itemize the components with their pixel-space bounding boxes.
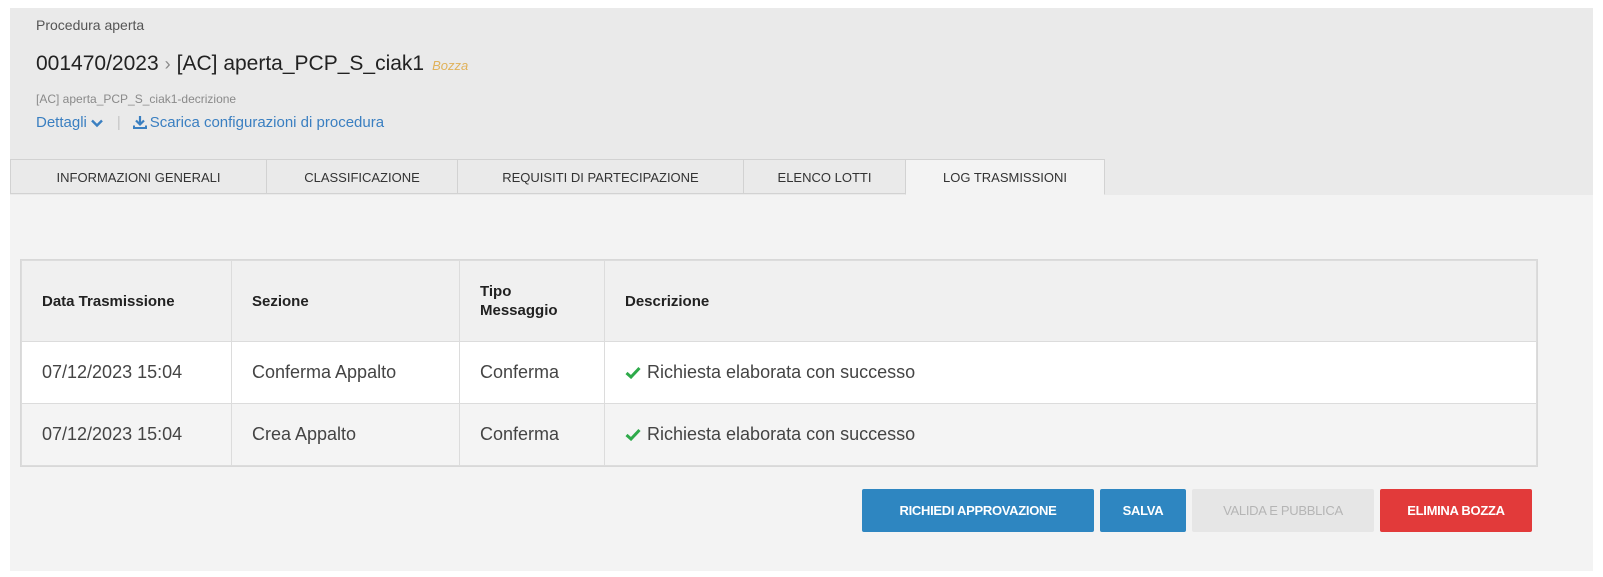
cell-type: Conferma xyxy=(459,341,605,404)
tab-requisiti-partecipazione[interactable]: REQUISITI DI PARTECIPAZIONE xyxy=(457,159,744,194)
cell-section: Conferma Appalto xyxy=(231,341,460,404)
page-title: 001470/2023 › [AC] aperta_PCP_S_ciak1 Bozza xyxy=(36,52,468,76)
tab-bar: INFORMAZIONI GENERALI CLASSIFICAZIONE RE… xyxy=(10,159,1105,195)
transmission-log-table: Data Trasmissione Sezione Tipo Messaggio … xyxy=(20,259,1538,467)
download-config-link[interactable]: Scarica configurazioni di procedura xyxy=(132,114,385,131)
column-header-description: Descrizione xyxy=(604,260,1537,342)
tab-informazioni-generali[interactable]: INFORMAZIONI GENERALI xyxy=(10,159,267,194)
request-approval-button[interactable]: RICHIEDI APPROVAZIONE xyxy=(862,489,1094,532)
procedure-code: 001470/2023 xyxy=(36,52,159,75)
page-container: Procedura aperta 001470/2023 › [AC] aperta… xyxy=(10,8,1593,571)
procedure-name: [AC] aperta_PCP_S_ciak1 xyxy=(176,52,425,75)
breadcrumb-separator: › xyxy=(164,54,171,74)
cell-type: Conferma xyxy=(459,403,605,466)
procedure-description: [AC] aperta_PCP_S_ciak1-decrizione xyxy=(36,92,237,106)
delete-draft-button[interactable]: ELIMINA BOZZA xyxy=(1380,489,1532,532)
column-header-type: Tipo Messaggio xyxy=(459,260,605,342)
table-header-row: Data Trasmissione Sezione Tipo Messaggio … xyxy=(21,260,1537,342)
validate-publish-button[interactable]: VALIDA E PUBBLICA xyxy=(1192,489,1374,532)
tab-classificazione[interactable]: CLASSIFICAZIONE xyxy=(266,159,458,194)
log-table: Data Trasmissione Sezione Tipo Messaggio … xyxy=(21,260,1537,466)
cell-section: Crea Appalto xyxy=(231,403,460,466)
cell-description: Richiesta elaborata con successo xyxy=(604,341,1537,404)
table-row: 07/12/2023 15:04 Crea Appalto Conferma R… xyxy=(21,403,1537,466)
check-icon xyxy=(625,366,641,379)
download-icon xyxy=(132,116,147,129)
action-bar: RICHIEDI APPROVAZIONE SALVA VALIDA E PUB… xyxy=(862,489,1532,532)
check-icon xyxy=(625,428,641,441)
procedure-type-label: Procedura aperta xyxy=(36,17,145,33)
tab-elenco-lotti[interactable]: ELENCO LOTTI xyxy=(743,159,906,194)
header-links: Dettagli | Scarica configurazioni di proce… xyxy=(36,114,384,131)
details-label: Dettagli xyxy=(36,114,87,131)
tab-log-trasmissioni[interactable]: LOG TRASMISSIONI xyxy=(905,159,1105,195)
column-header-date: Data Trasmissione xyxy=(21,260,232,342)
description-text: Richiesta elaborata con successo xyxy=(647,424,916,444)
cell-description: Richiesta elaborata con successo xyxy=(604,403,1537,466)
details-toggle[interactable]: Dettagli xyxy=(36,114,103,131)
description-text: Richiesta elaborata con successo xyxy=(647,362,916,382)
status-badge: Bozza xyxy=(432,58,469,73)
column-header-type-line1: Tipo xyxy=(480,283,512,300)
download-config-label: Scarica configurazioni di procedura xyxy=(149,114,385,131)
chevron-down-icon xyxy=(91,119,103,127)
cell-date: 07/12/2023 15:04 xyxy=(21,341,232,404)
links-divider: | xyxy=(116,114,121,131)
column-header-type-line2: Messaggio xyxy=(480,302,558,319)
save-button[interactable]: SALVA xyxy=(1100,489,1186,532)
procedure-header: Procedura aperta 001470/2023 › [AC] aperta… xyxy=(10,8,1593,195)
table-row: 07/12/2023 15:04 Conferma Appalto Confer… xyxy=(21,341,1537,404)
cell-date: 07/12/2023 15:04 xyxy=(21,403,232,466)
column-header-section: Sezione xyxy=(231,260,460,342)
